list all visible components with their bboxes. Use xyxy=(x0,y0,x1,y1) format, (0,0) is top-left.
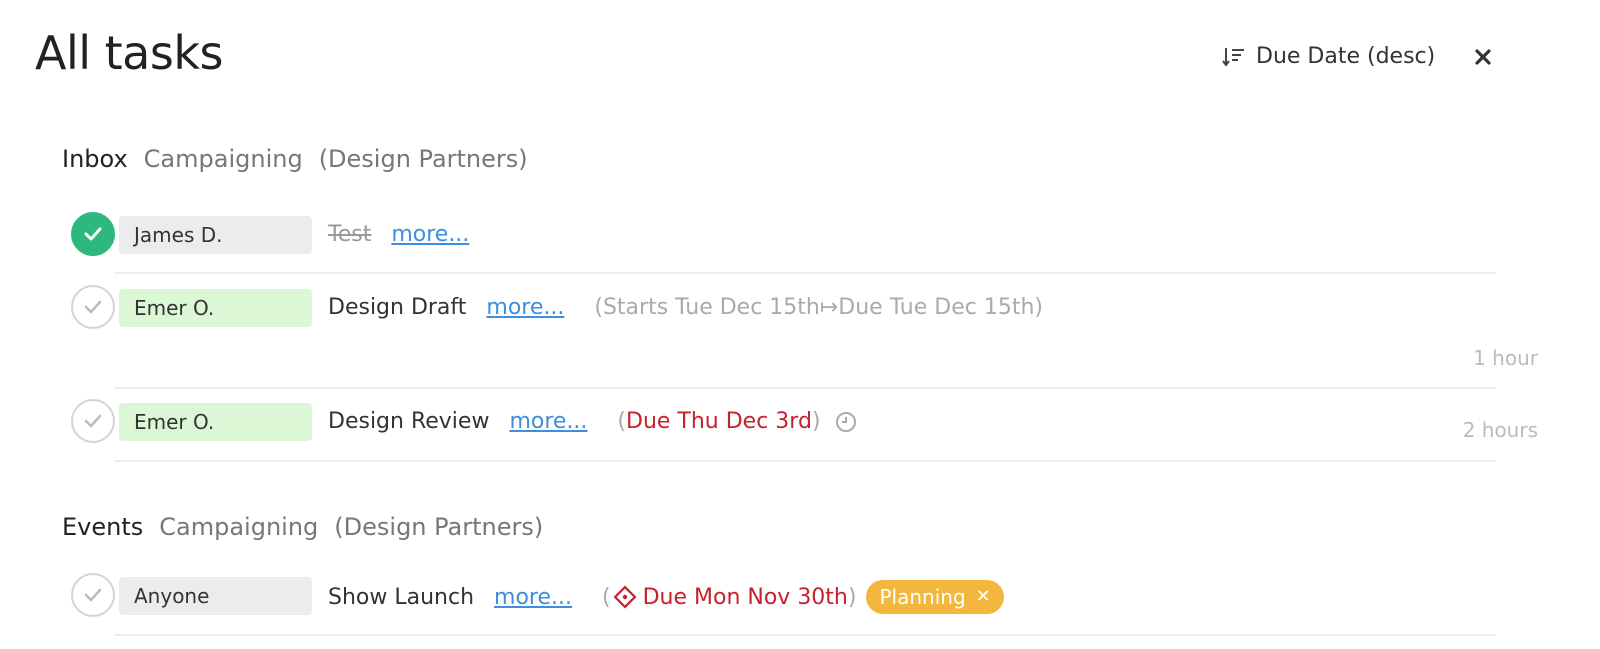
assignee-chip[interactable]: Emer O. xyxy=(119,289,312,327)
assignee-chip[interactable]: Emer O. xyxy=(119,403,312,441)
task-info: Design Review more... (Due Thu Dec 3rd) xyxy=(328,409,857,434)
divider xyxy=(115,634,1496,636)
task-name[interactable]: Test xyxy=(328,222,371,247)
check-icon xyxy=(84,227,102,241)
task-name[interactable]: Show Launch xyxy=(328,585,474,610)
due-text: Due Mon Nov 30th xyxy=(642,584,848,610)
task-row: Anyone Show Launch more... ( Due Mon Nov… xyxy=(0,568,1600,628)
group-name: Inbox xyxy=(62,145,128,173)
task-duration: 2 hours xyxy=(1462,418,1538,442)
divider xyxy=(115,387,1496,389)
tag-label: Planning xyxy=(879,585,966,609)
complete-checkbox[interactable] xyxy=(71,285,115,329)
clock-icon[interactable] xyxy=(835,411,857,433)
task-duration: 1 hour xyxy=(1473,346,1538,370)
milestone-icon xyxy=(613,585,637,609)
more-link[interactable]: more... xyxy=(391,222,469,247)
task-name[interactable]: Design Review xyxy=(328,409,489,434)
group-project[interactable]: Campaigning xyxy=(144,145,303,173)
group-client: (Design Partners) xyxy=(334,513,544,541)
assignee-chip[interactable]: Anyone xyxy=(119,577,312,615)
complete-checkbox[interactable] xyxy=(71,399,115,443)
task-name[interactable]: Design Draft xyxy=(328,295,466,320)
group-client: (Design Partners) xyxy=(318,145,528,173)
more-link[interactable]: more... xyxy=(486,295,564,320)
sort-button[interactable]: Due Date (desc) xyxy=(1222,44,1435,69)
task-info: Design Draft more... (Starts Tue Dec 15t… xyxy=(328,295,1043,320)
divider xyxy=(115,460,1496,462)
group-project[interactable]: Campaigning xyxy=(159,513,318,541)
check-icon xyxy=(84,414,102,428)
assignee-chip[interactable]: James D. xyxy=(119,216,312,254)
due-text: Due Thu Dec 3rd xyxy=(626,409,812,434)
divider xyxy=(115,272,1496,274)
task-row: Emer O. Design Review more... (Due Thu D… xyxy=(0,395,1600,455)
complete-checkbox[interactable] xyxy=(71,212,115,256)
due-date: (Due Thu Dec 3rd) xyxy=(617,409,821,434)
group-name: Events xyxy=(62,513,144,541)
due-date: ( Due Mon Nov 30th) xyxy=(602,584,857,610)
complete-checkbox[interactable] xyxy=(71,573,115,617)
task-dates: (Starts Tue Dec 15th↦Due Tue Dec 15th) xyxy=(594,295,1043,320)
check-icon xyxy=(84,588,102,602)
task-info: Test more... xyxy=(328,222,469,247)
page-title: All tasks xyxy=(35,26,223,80)
more-link[interactable]: more... xyxy=(509,409,587,434)
group-header-events: Events Campaigning (Design Partners) xyxy=(62,513,543,541)
close-button[interactable] xyxy=(1470,44,1496,70)
task-row: Emer O. Design Draft more... (Starts Tue… xyxy=(0,280,1600,340)
remove-tag-icon[interactable]: ✕ xyxy=(976,580,991,614)
check-icon xyxy=(84,300,102,314)
group-header-inbox: Inbox Campaigning (Design Partners) xyxy=(62,145,528,173)
tag-badge[interactable]: Planning ✕ xyxy=(866,580,1004,614)
more-link[interactable]: more... xyxy=(494,585,572,610)
sort-desc-icon xyxy=(1222,45,1248,69)
task-info: Show Launch more... ( Due Mon Nov 30th) … xyxy=(328,580,1004,614)
sort-label: Due Date (desc) xyxy=(1256,44,1436,69)
task-row: James D. Test more... xyxy=(0,206,1600,266)
close-icon xyxy=(1475,49,1491,65)
